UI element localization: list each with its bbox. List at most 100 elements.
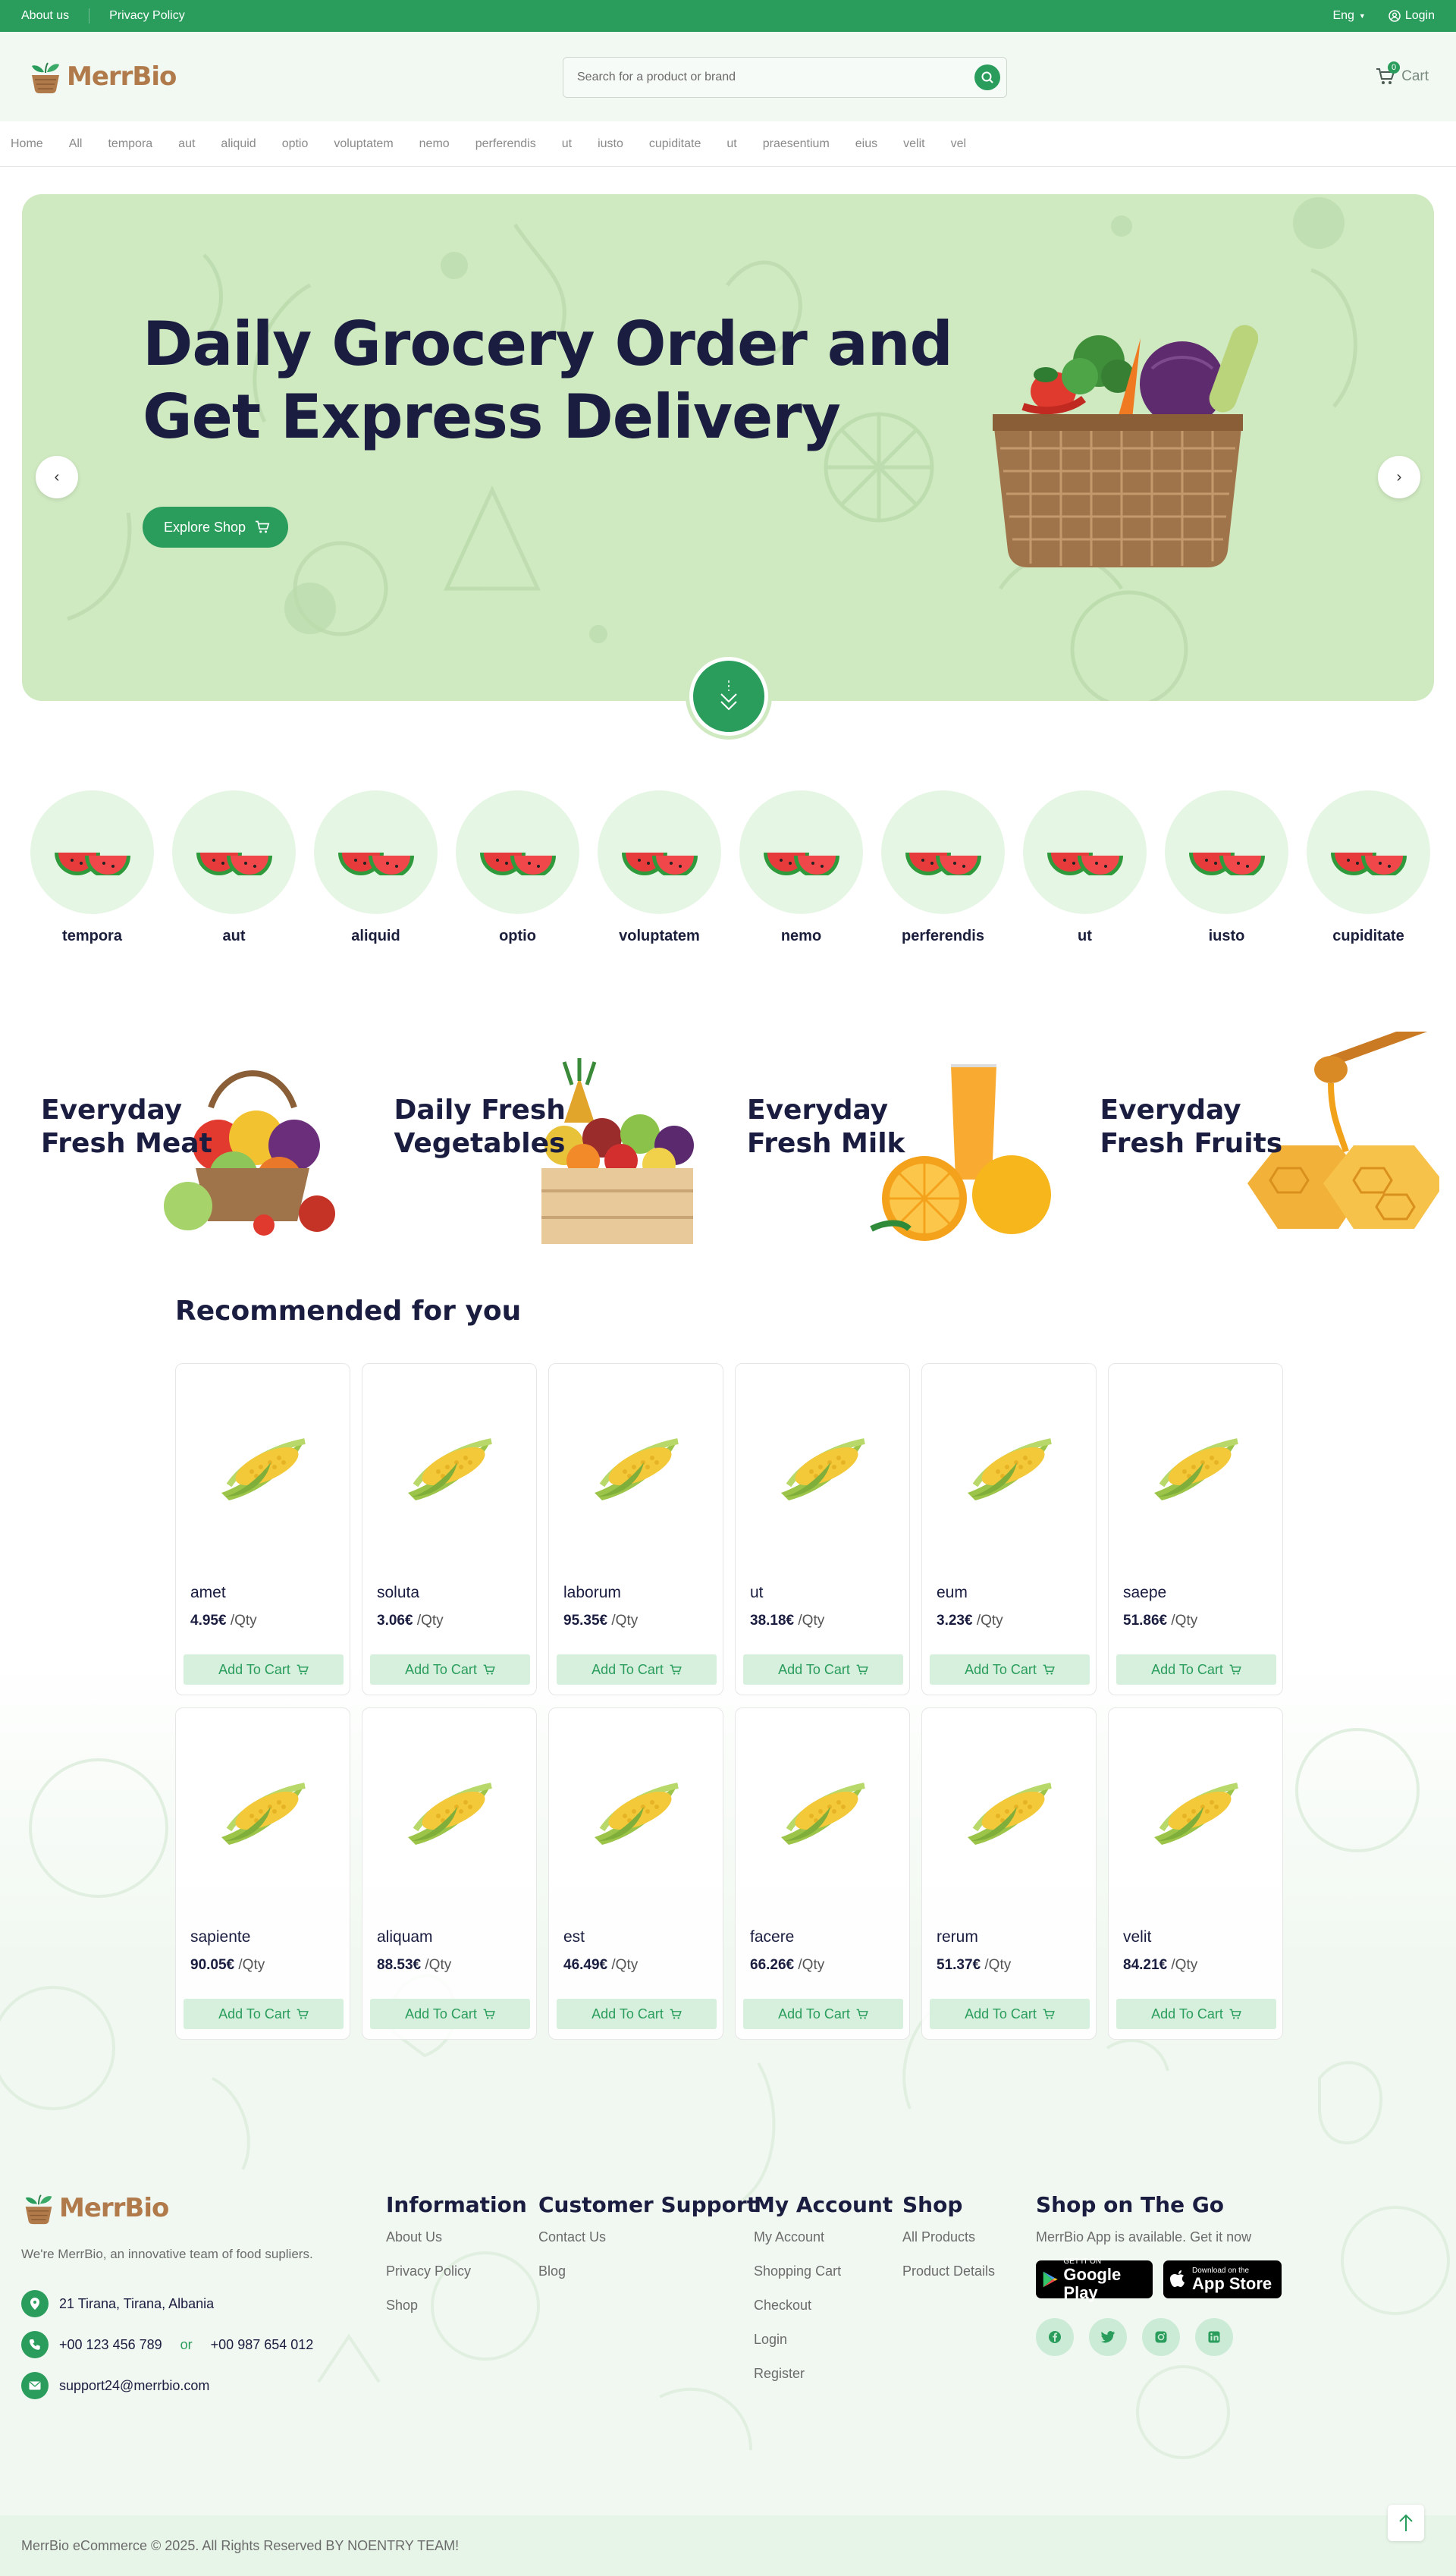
- add-to-cart-button[interactable]: Add To Cart: [930, 1654, 1090, 1685]
- phone-1-link[interactable]: +00 123 456 789: [59, 2337, 162, 2353]
- promo-banner[interactable]: Everyday Fresh Milk: [727, 1032, 1081, 1252]
- nav-item[interactable]: aut: [178, 137, 195, 151]
- category-item[interactable]: cupiditate: [1307, 790, 1430, 945]
- language-select[interactable]: Eng ▼: [1332, 9, 1365, 23]
- nav-item[interactable]: praesentium: [763, 137, 830, 151]
- add-to-cart-button[interactable]: Add To Cart: [184, 1999, 344, 2029]
- scroll-down-button[interactable]: [689, 657, 768, 736]
- phone-2-link[interactable]: +00 987 654 012: [211, 2337, 314, 2353]
- nav-item[interactable]: ut: [726, 137, 736, 151]
- product-card[interactable]: laborum 95.35€ /Qty Add To Cart: [548, 1363, 723, 1695]
- footer-link[interactable]: Register: [754, 2366, 893, 2400]
- add-to-cart-button[interactable]: Add To Cart: [743, 1999, 903, 2029]
- product-card[interactable]: saepe 51.86€ /Qty Add To Cart: [1108, 1363, 1283, 1695]
- watermelon-icon: [54, 852, 130, 875]
- product-card[interactable]: est 46.49€ /Qty Add To Cart: [548, 1707, 723, 2040]
- nav-item[interactable]: optio: [282, 137, 309, 151]
- nav-item[interactable]: iusto: [598, 137, 623, 151]
- footer-link[interactable]: My Account: [754, 2229, 893, 2263]
- email-link[interactable]: support24@merrbio.com: [59, 2378, 209, 2394]
- footer-link[interactable]: Login: [754, 2332, 893, 2366]
- privacy-policy-link[interactable]: Privacy Policy: [109, 9, 185, 23]
- category-item[interactable]: perferendis: [881, 790, 1005, 945]
- search-input[interactable]: [577, 71, 941, 84]
- explore-shop-button[interactable]: Explore Shop: [143, 507, 289, 548]
- about-us-link[interactable]: About us: [21, 9, 69, 23]
- hero-prev-button[interactable]: ‹: [36, 456, 78, 498]
- footer-link[interactable]: Product Details: [902, 2263, 995, 2298]
- category-item[interactable]: nemo: [739, 790, 863, 945]
- category-item[interactable]: voluptatem: [598, 790, 721, 945]
- cart-button[interactable]: 0 Cart: [1376, 61, 1429, 86]
- search-button[interactable]: [974, 64, 1000, 90]
- footer-link[interactable]: All Products: [902, 2229, 995, 2263]
- product-card[interactable]: sapiente 90.05€ /Qty Add To Cart: [175, 1707, 350, 2040]
- twitter-link[interactable]: [1089, 2318, 1127, 2356]
- product-card[interactable]: rerum 51.37€ /Qty Add To Cart: [921, 1707, 1097, 2040]
- nav-item[interactable]: vel: [951, 137, 966, 151]
- nav-item[interactable]: tempora: [108, 137, 152, 151]
- add-to-cart-button[interactable]: Add To Cart: [557, 1999, 717, 2029]
- corn-icon: [408, 1783, 492, 1845]
- product-card[interactable]: velit 84.21€ /Qty Add To Cart: [1108, 1707, 1283, 2040]
- nav-item[interactable]: eius: [855, 137, 877, 151]
- nav-item[interactable]: ut: [562, 137, 572, 151]
- add-to-cart-button[interactable]: Add To Cart: [184, 1654, 344, 1685]
- promo-banner[interactable]: Everyday Fresh Meat: [21, 1032, 375, 1252]
- product-card[interactable]: soluta 3.06€ /Qty Add To Cart: [362, 1363, 537, 1695]
- hero-next-button[interactable]: ›: [1378, 456, 1420, 498]
- category-item[interactable]: tempora: [30, 790, 154, 945]
- nav-item[interactable]: aliquid: [221, 137, 256, 151]
- nav-item[interactable]: cupiditate: [649, 137, 701, 151]
- back-to-top-button[interactable]: [1388, 2505, 1424, 2541]
- price-unit: /Qty: [798, 1957, 825, 1973]
- price-value: 46.49€: [563, 1957, 608, 1973]
- product-card[interactable]: amet 4.95€ /Qty Add To Cart: [175, 1363, 350, 1695]
- footer-link[interactable]: Blog: [538, 2263, 757, 2298]
- price-unit: /Qty: [984, 1957, 1012, 1973]
- nav-item[interactable]: perferendis: [475, 137, 536, 151]
- nav-item[interactable]: velit: [903, 137, 924, 151]
- app-store-badge[interactable]: Download on the App Store: [1163, 2260, 1282, 2298]
- nav-item[interactable]: nemo: [419, 137, 450, 151]
- product-name: est: [563, 1928, 585, 1946]
- product-name: sapiente: [190, 1928, 251, 1946]
- add-to-cart-button[interactable]: Add To Cart: [370, 1999, 530, 2029]
- login-link[interactable]: Login: [1389, 9, 1435, 23]
- add-to-cart-button[interactable]: Add To Cart: [743, 1654, 903, 1685]
- basket-logo-icon: [25, 2194, 52, 2225]
- add-to-cart-button[interactable]: Add To Cart: [370, 1654, 530, 1685]
- category-item[interactable]: iusto: [1165, 790, 1288, 945]
- promo-banner[interactable]: Daily Fresh Vegetables: [375, 1032, 728, 1252]
- product-card[interactable]: aliquam 88.53€ /Qty Add To Cart: [362, 1707, 537, 2040]
- footer-link[interactable]: Privacy Policy: [386, 2263, 527, 2298]
- product-price: 38.18€ /Qty: [750, 1613, 824, 1629]
- footer-link[interactable]: Shop: [386, 2298, 527, 2332]
- product-card[interactable]: ut 38.18€ /Qty Add To Cart: [735, 1363, 910, 1695]
- footer-link[interactable]: Contact Us: [538, 2229, 757, 2263]
- add-to-cart-button[interactable]: Add To Cart: [557, 1654, 717, 1685]
- category-item[interactable]: aut: [172, 790, 296, 945]
- add-to-cart-button[interactable]: Add To Cart: [1116, 1654, 1276, 1685]
- nav-item[interactable]: Home: [11, 137, 43, 151]
- category-item[interactable]: aliquid: [314, 790, 438, 945]
- add-to-cart-button[interactable]: Add To Cart: [930, 1999, 1090, 2029]
- linkedin-link[interactable]: [1195, 2318, 1233, 2356]
- footer-link[interactable]: Shopping Cart: [754, 2263, 893, 2298]
- facebook-link[interactable]: [1036, 2318, 1074, 2356]
- nav-item[interactable]: All: [69, 137, 83, 151]
- category-label: aut: [222, 928, 246, 944]
- footer-link[interactable]: Checkout: [754, 2298, 893, 2332]
- product-card[interactable]: facere 66.26€ /Qty Add To Cart: [735, 1707, 910, 2040]
- brand-logo[interactable]: MerrBio: [27, 58, 177, 95]
- nav-item[interactable]: voluptatem: [334, 137, 393, 151]
- instagram-link[interactable]: [1142, 2318, 1180, 2356]
- footer-link[interactable]: About Us: [386, 2229, 527, 2263]
- footer-brand-logo[interactable]: MerrBio: [21, 2191, 169, 2226]
- category-item[interactable]: ut: [1023, 790, 1147, 945]
- promo-banner[interactable]: Everyday Fresh Fruits: [1081, 1032, 1439, 1252]
- add-to-cart-button[interactable]: Add To Cart: [1116, 1999, 1276, 2029]
- google-play-badge[interactable]: GET IT ON Google Play: [1036, 2257, 1153, 2301]
- product-card[interactable]: eum 3.23€ /Qty Add To Cart: [921, 1363, 1097, 1695]
- category-item[interactable]: optio: [456, 790, 579, 945]
